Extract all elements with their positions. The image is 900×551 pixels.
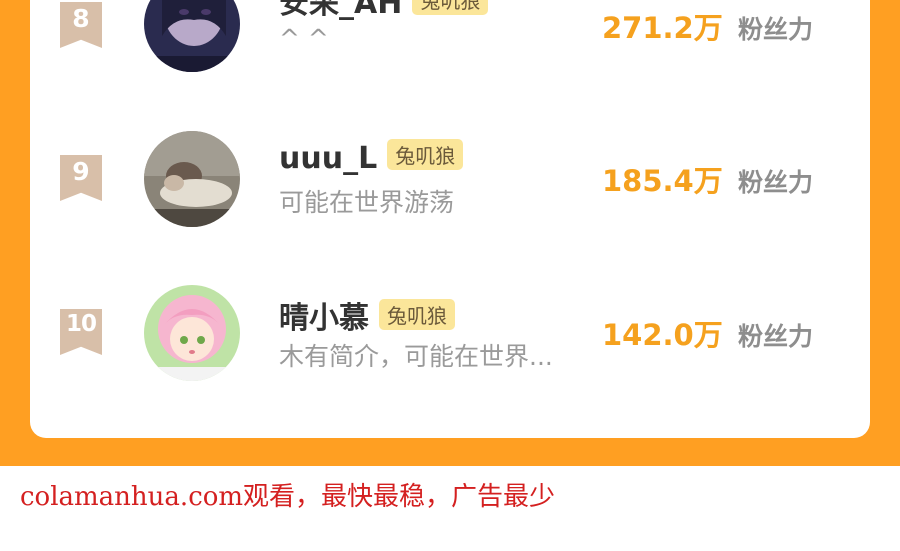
avatar[interactable] [144, 285, 240, 381]
avatar[interactable] [144, 131, 240, 227]
rank-ribbon-icon: 10 [60, 309, 102, 355]
avatar[interactable] [144, 0, 240, 72]
user-bio: ^ ^ [279, 24, 329, 53]
user-name[interactable]: uuu_L 兔叽狼 [279, 139, 464, 176]
rank-ribbon-icon: 9 [60, 155, 102, 201]
user-bio: 木有简介，可能在世界... [279, 342, 553, 371]
fans-label: 粉丝力 [738, 168, 814, 197]
fans-count: 185.4万 [602, 164, 723, 198]
user-name-text[interactable]: 晴小慕 [279, 301, 369, 336]
tag-badge: 兔叽狼 [387, 139, 464, 170]
site-watermark: colamanhua.com观看，最快最稳，广告最少 [20, 482, 556, 512]
user-name-text[interactable]: 安采_AH [279, 0, 402, 21]
ranking-row-9[interactable]: 9 uuu_L 兔叽狼 可能在世界游荡 185.4万 粉丝力 [30, 120, 870, 227]
user-bio: 可能在世界游荡 [279, 188, 455, 217]
ranking-card: 8 安采_AH 兔叽狼 ^ ^ 271.2万 粉丝力 9 uuu_L 兔叽狼 可… [30, 0, 870, 438]
user-name[interactable]: 晴小慕 兔叽狼 [279, 293, 455, 337]
tag-badge: 兔叽狼 [412, 0, 489, 15]
tag-badge: 兔叽狼 [379, 299, 455, 330]
fans-label: 粉丝力 [738, 322, 814, 351]
fans-count: 142.0万 [602, 318, 723, 352]
user-name[interactable]: 安采_AH 兔叽狼 [279, 0, 489, 22]
fans-count: 271.2万 [602, 11, 723, 45]
fans-label: 粉丝力 [738, 15, 814, 44]
rank-ribbon-icon: 8 [60, 2, 102, 48]
ranking-row-8[interactable]: 8 安采_AH 兔叽狼 ^ ^ 271.2万 粉丝力 [30, 0, 870, 72]
user-name-text[interactable]: uuu_L [279, 141, 377, 176]
ranking-row-10[interactable]: 10 晴小慕 兔叽狼 木有简介，可能在世界... 142.0万 粉丝力 [30, 274, 870, 381]
